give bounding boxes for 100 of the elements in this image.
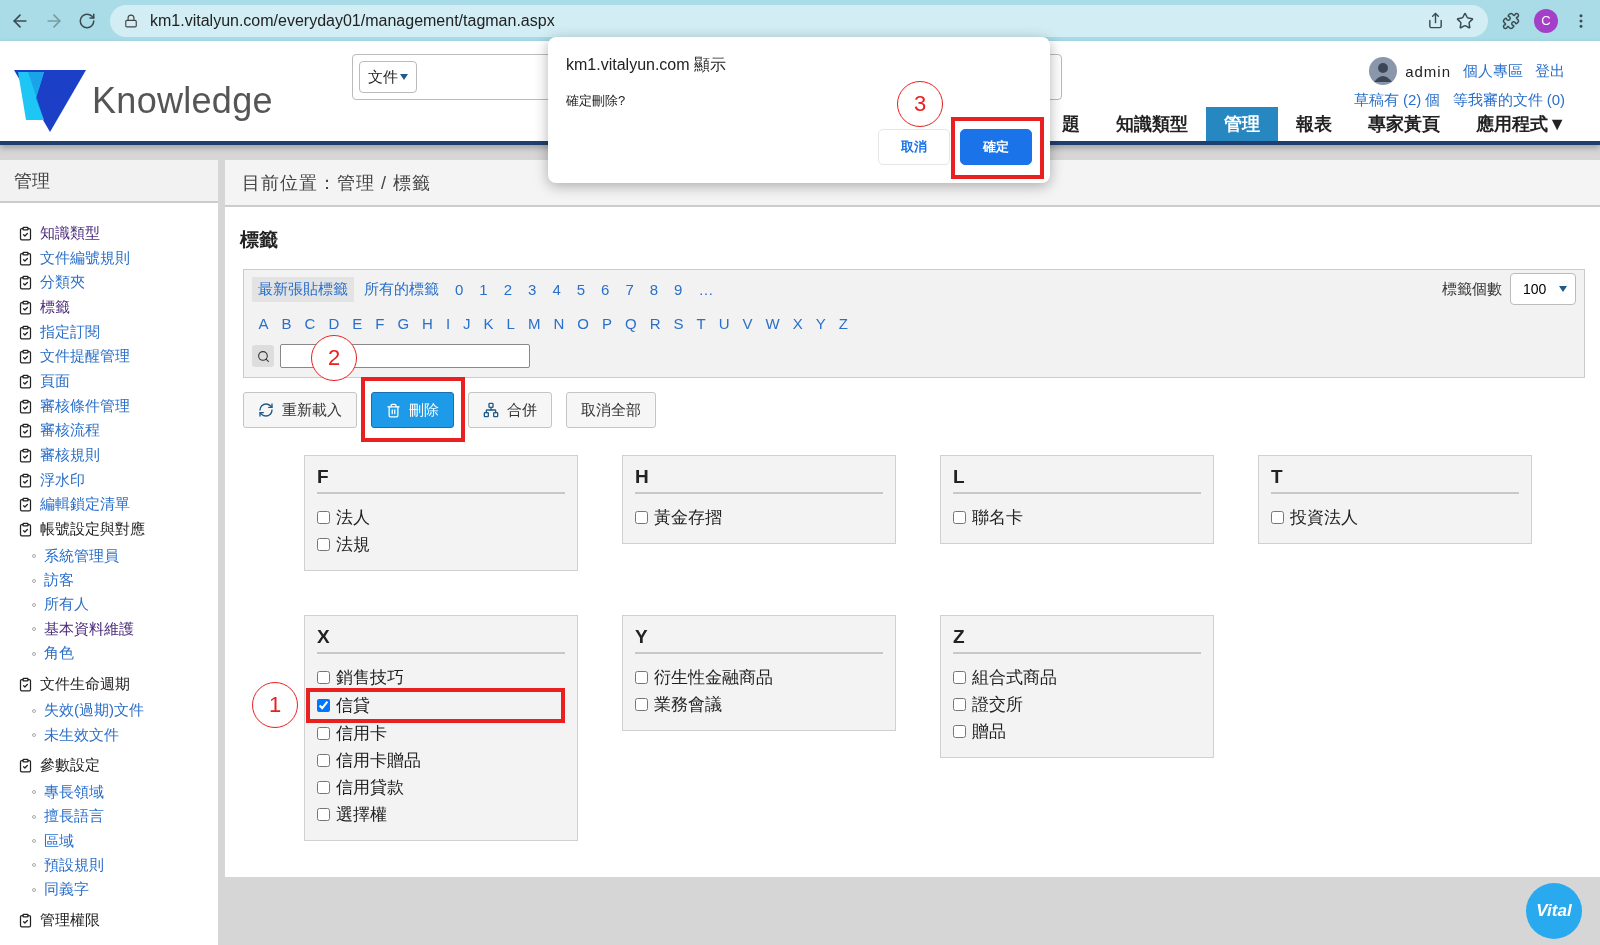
tag-checkbox[interactable] [317,808,330,821]
merge-button[interactable]: 合併 [468,392,552,428]
tag-label[interactable]: 業務會議 [654,693,722,716]
tag-label[interactable]: 選擇權 [336,803,387,826]
tag-label[interactable]: 法規 [336,533,370,556]
letter-link[interactable]: E [345,311,369,335]
tag-label[interactable]: 法人 [336,506,370,529]
sidebar-link[interactable]: 審核條件管理 [40,396,130,416]
sidebar-link[interactable]: 區域 [44,831,74,851]
profile-avatar[interactable]: C [1534,8,1558,33]
filter-link[interactable]: 所有的標籤 [358,276,445,302]
count-dropdown[interactable]: 100 [1510,273,1576,305]
reload-icon[interactable] [78,11,96,30]
scope-dropdown[interactable]: 文件 [359,61,417,93]
sidebar-link[interactable]: 基本資料維護 [44,619,134,639]
tag-checkbox[interactable] [317,699,330,712]
tag-checkbox[interactable] [317,511,330,524]
letter-link[interactable]: D [321,311,346,335]
header-link[interactable]: 個人專區 [1463,61,1523,81]
letter-link[interactable]: G [390,311,416,335]
puzzle-icon[interactable] [1502,11,1520,30]
tag-label[interactable]: 贈品 [972,720,1006,743]
nav-tab[interactable]: 專家黃頁 [1350,107,1459,141]
status-link[interactable]: 等我審的文件 (0) [1452,91,1565,110]
plain-button[interactable]: 取消全部 [566,392,656,428]
share-icon[interactable] [1427,12,1444,29]
sidebar-link[interactable]: 審核流程 [40,421,100,441]
filter-link[interactable]: 6 [595,277,616,301]
star-icon[interactable] [1456,11,1474,30]
sidebar-link[interactable]: 系統管理員 [44,546,119,566]
sidebar-link[interactable]: 專長領域 [44,782,104,802]
letter-link[interactable]: A [252,311,275,335]
status-link[interactable]: 草稿有 (2) 個 [1353,91,1441,110]
tag-label[interactable]: 信用卡 [336,722,387,745]
nav-tab[interactable]: 報表 [1278,107,1351,141]
letter-link[interactable]: O [570,311,596,335]
sidebar-link[interactable]: 角色 [44,644,74,664]
sidebar-link[interactable]: 頁面 [40,371,70,391]
tag-checkbox[interactable] [317,754,330,767]
sidebar-link[interactable]: 訪客 [44,571,74,590]
letter-link[interactable]: K [477,311,501,335]
sidebar-link[interactable]: 標籤 [40,297,70,317]
search-icon[interactable] [252,345,274,367]
tag-label[interactable]: 證交所 [972,693,1023,716]
tag-checkbox[interactable] [953,725,966,738]
letter-link[interactable]: Z [832,311,855,335]
letter-link[interactable]: F [368,311,391,335]
tag-checkbox[interactable] [953,511,966,524]
header-link[interactable]: 登出 [1535,61,1565,81]
cancel-button[interactable]: 取消 [878,129,950,165]
tag-checkbox[interactable] [1271,511,1284,524]
letter-link[interactable]: I [439,311,457,335]
filter-link[interactable]: 1 [473,277,494,301]
letter-link[interactable]: H [415,311,440,335]
tag-label[interactable]: 信用貸款 [336,776,404,799]
tag-label[interactable]: 信用卡贈品 [336,749,421,772]
nav-tab[interactable]: 管理 [1206,107,1279,141]
letter-link[interactable]: S [667,311,690,335]
letter-link[interactable]: C [298,311,322,335]
tag-label[interactable]: 衍生性金融商品 [654,666,773,689]
reload-button[interactable]: 重新載入 [243,392,357,428]
sidebar-link[interactable]: 審核規則 [40,446,100,466]
filter-link[interactable]: 8 [643,277,665,301]
address-bar[interactable]: km1.vitalyun.com/everyday01/management/tagman.aspx [110,4,1488,37]
sidebar-link[interactable]: 文件提醒管理 [40,347,130,367]
nav-tab[interactable]: 應用程式▼ [1458,107,1584,141]
filter-link[interactable]: 3 [522,277,543,301]
sidebar-link[interactable]: 失效(過期)文件 [44,701,144,721]
letter-link[interactable]: T [690,311,713,335]
tag-checkbox[interactable] [317,671,330,684]
letter-link[interactable]: Q [618,311,644,335]
filter-link[interactable]: 4 [546,277,567,301]
filter-link[interactable]: … [692,277,720,301]
filter-link[interactable]: 5 [570,277,592,301]
letter-link[interactable]: U [712,311,737,335]
letter-link[interactable]: R [643,311,667,335]
letter-link[interactable]: B [275,311,299,335]
sidebar-link[interactable]: 指定訂閱 [40,322,100,342]
tag-label[interactable]: 黃金存摺 [654,506,722,529]
tag-label[interactable]: 信貸 [336,694,370,717]
filter-link[interactable]: 最新張貼標籤 [252,276,354,302]
tag-checkbox[interactable] [635,511,648,524]
sidebar-link[interactable]: 未生效文件 [44,725,119,745]
delete-button[interactable]: 刪除 [371,392,454,428]
sidebar-link[interactable]: 所有人 [44,595,89,615]
letter-link[interactable]: Y [809,311,833,335]
sidebar-link[interactable]: 編輯鎖定清單 [40,495,130,515]
filter-link[interactable]: 2 [497,277,519,301]
tag-checkbox[interactable] [317,781,330,794]
sidebar-link[interactable]: 同義字 [44,880,89,900]
sidebar-link[interactable]: 文件編號規則 [40,248,130,268]
nav-tab[interactable]: 知識類型 [1098,107,1207,141]
letter-link[interactable]: M [521,311,547,335]
letter-link[interactable]: L [500,311,522,335]
tag-checkbox[interactable] [953,698,966,711]
tag-checkbox[interactable] [635,698,648,711]
letter-link[interactable]: J [456,311,478,335]
tag-checkbox[interactable] [317,727,330,740]
letter-link[interactable]: P [595,311,619,335]
filter-link[interactable]: 7 [619,277,640,301]
